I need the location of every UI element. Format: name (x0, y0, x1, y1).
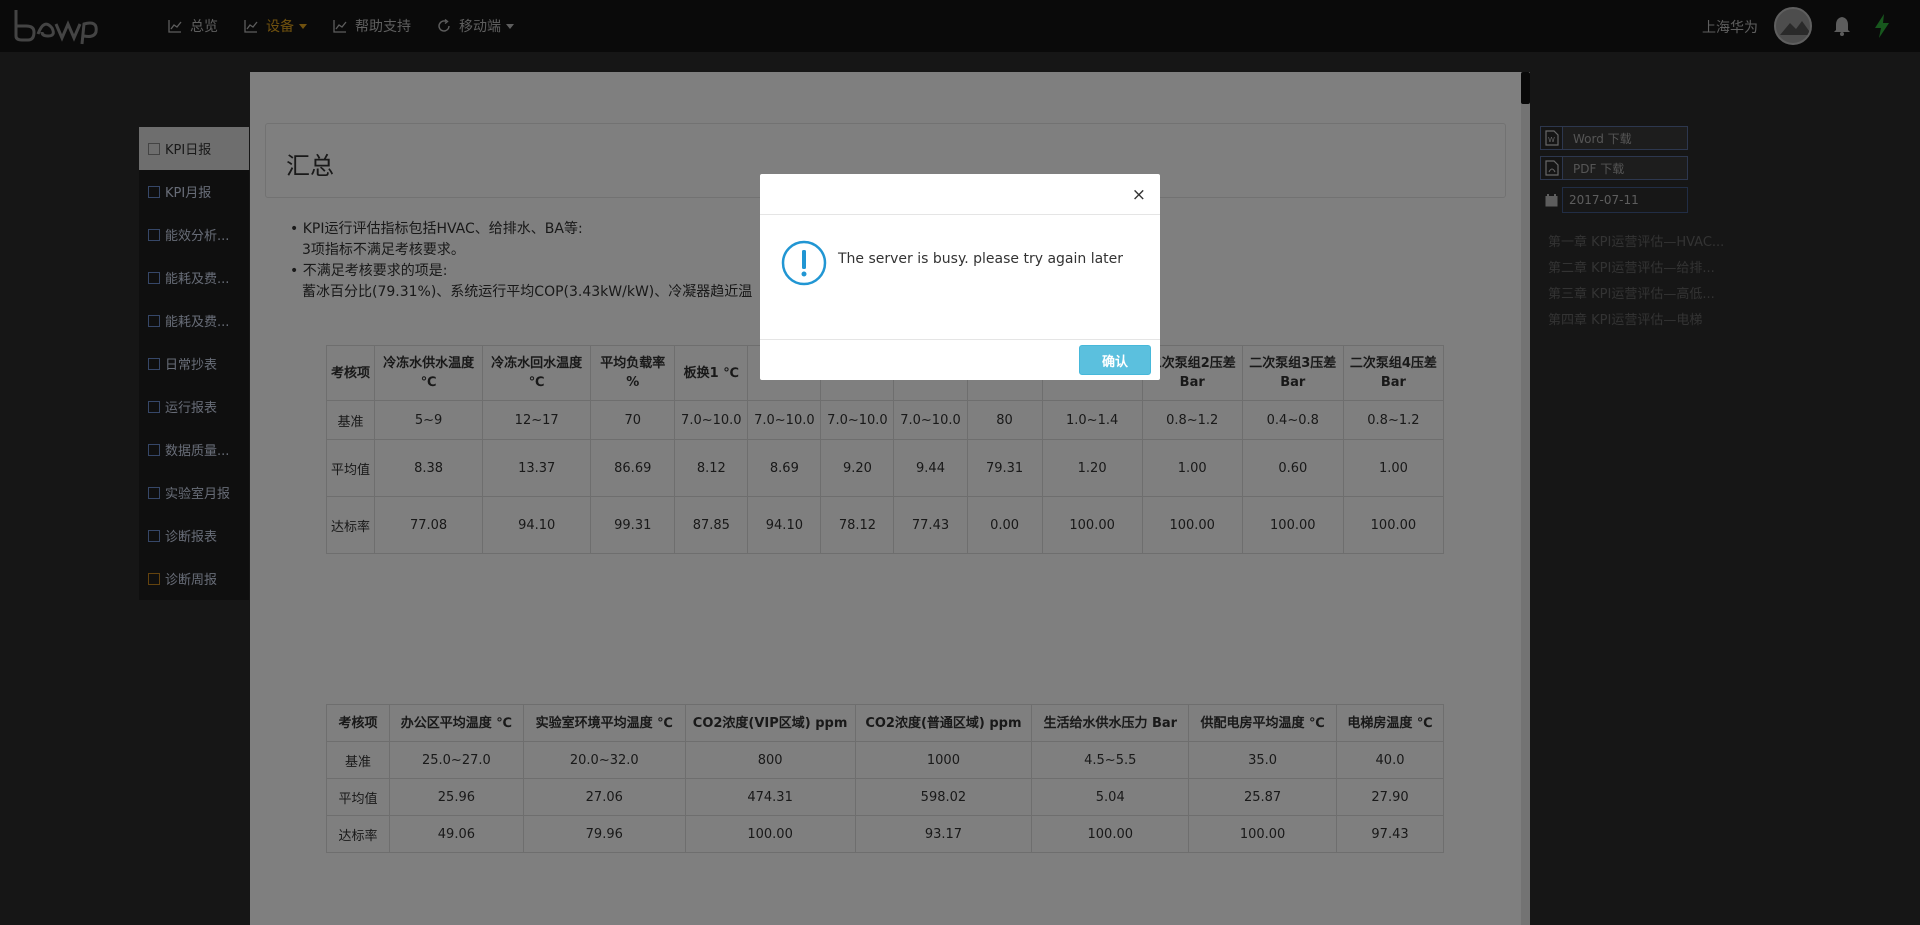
dialog-header: × (760, 174, 1160, 215)
confirm-button[interactable]: 确认 (1079, 345, 1151, 375)
modal-backdrop[interactable] (0, 0, 1920, 925)
dialog-message: The server is busy. please try again lat… (838, 251, 1124, 267)
exclamation-icon (781, 240, 827, 286)
dialog-footer: 确认 (760, 340, 1160, 380)
dialog-body: The server is busy. please try again lat… (760, 215, 1160, 340)
close-icon[interactable]: × (1132, 185, 1146, 205)
alert-dialog: × The server is busy. please try again l… (760, 174, 1160, 380)
